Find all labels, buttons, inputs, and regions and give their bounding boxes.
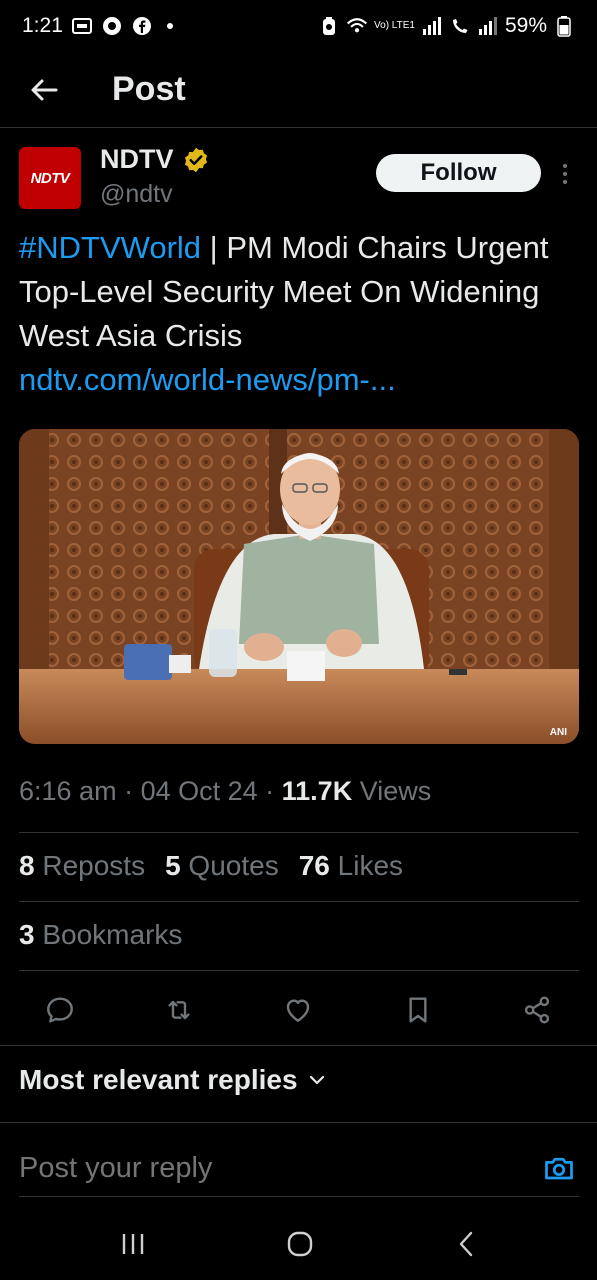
more-dot-icon — [563, 180, 567, 184]
bookmarks-label: Bookmarks — [34, 919, 183, 950]
wifi-calling-icon — [452, 19, 468, 33]
replies-sort-dropdown[interactable]: Most relevant replies — [19, 1064, 326, 1096]
more-dot-icon — [563, 164, 567, 168]
home-icon — [287, 1231, 313, 1257]
post-date: 04 Oct 24 — [140, 776, 258, 806]
quotes-count: 5 — [165, 850, 181, 881]
repost-icon — [168, 1000, 190, 1020]
reposts-count: 8 — [19, 850, 35, 881]
likes-stat[interactable]: 76 Likes — [299, 850, 403, 882]
signal-icon — [422, 17, 441, 35]
likes-count: 76 — [298, 850, 330, 881]
author-handle[interactable]: @ndtv — [100, 180, 173, 209]
camera-button[interactable] — [539, 1148, 579, 1188]
back-button[interactable] — [14, 60, 74, 120]
repost-button[interactable] — [157, 988, 201, 1032]
meta-separator: · — [257, 776, 282, 806]
facebook-icon — [132, 17, 151, 35]
verified-badge-icon[interactable] — [182, 146, 210, 174]
post-header: Post — [0, 52, 597, 128]
ndtv-logo: NDTV — [30, 169, 70, 187]
bookmarks-count: 3 — [19, 919, 35, 950]
status-time: 1:21 — [22, 14, 63, 37]
share-button[interactable] — [515, 988, 559, 1032]
post-author: NDTV NDTV @ndtv Follow — [19, 144, 579, 216]
chevron-down-icon — [309, 1075, 324, 1085]
recents-button[interactable] — [113, 1224, 153, 1264]
replies-sort-label: Most relevant replies — [19, 1064, 298, 1095]
status-bar: 1:21 Vo) LTE1 59% — [0, 0, 597, 52]
quotes-label: Quotes — [180, 850, 279, 881]
divider — [0, 1122, 597, 1123]
chevron-left-icon — [459, 1231, 473, 1257]
share-icon — [524, 996, 550, 1024]
signal-2-icon — [478, 17, 497, 35]
bookmark-icon — [409, 997, 427, 1023]
article-link[interactable]: ndtv.com/world-news/pm-... — [19, 358, 579, 402]
reposts-stat[interactable]: 8 Reposts — [19, 850, 145, 882]
network-label: Vo) LTE1 — [374, 20, 415, 31]
system-navigation-bar — [0, 1206, 597, 1280]
battery-saver-icon — [323, 17, 336, 35]
divider — [19, 901, 579, 902]
text-separator: | — [201, 230, 227, 265]
page-title: Post — [112, 70, 186, 108]
avatar[interactable]: NDTV — [19, 147, 81, 209]
post-image[interactable]: ANI — [19, 429, 579, 744]
battery-icon — [557, 16, 571, 37]
follow-button[interactable]: Follow — [376, 154, 541, 192]
reply-input[interactable] — [19, 1151, 499, 1185]
views-count[interactable]: 11.7K — [282, 776, 353, 806]
reply-icon — [47, 997, 73, 1023]
system-back-button[interactable] — [447, 1224, 487, 1264]
home-button[interactable] — [280, 1224, 320, 1264]
more-dot-icon — [563, 172, 567, 176]
post-time: 6:16 am — [19, 776, 117, 806]
divider — [0, 1045, 597, 1046]
quotes-stat[interactable]: 5 Quotes — [165, 850, 279, 882]
wifi-icon — [346, 18, 368, 33]
bookmarks-stat[interactable]: 3 Bookmarks — [19, 919, 182, 951]
divider — [19, 832, 579, 833]
post-meta: 6:16 am · 04 Oct 24 · 11.7K Views — [19, 776, 431, 807]
battery-percent: 59% — [504, 14, 547, 37]
engagement-stats: 8 Reposts 5 Quotes 76 Likes — [19, 850, 403, 882]
camera-icon — [545, 1157, 573, 1180]
more-options-button[interactable] — [553, 156, 577, 192]
post-text: #NDTVWorld | PM Modi Chairs Urgent Top-L… — [19, 226, 579, 402]
heart-icon — [286, 999, 310, 1022]
record-icon — [102, 17, 121, 35]
meta-separator: · — [116, 776, 141, 806]
reposts-label: Reposts — [34, 850, 146, 881]
photo-illustration — [19, 429, 579, 744]
views-label: Views — [352, 776, 432, 806]
likes-label: Likes — [329, 850, 404, 881]
author-name[interactable]: NDTV — [100, 144, 174, 175]
divider — [19, 1196, 579, 1197]
divider — [19, 970, 579, 971]
image-credit: ANI — [549, 727, 567, 738]
notification-dot — [166, 23, 173, 29]
reply-composer — [19, 1148, 579, 1188]
caption-icon — [71, 18, 92, 34]
reply-button[interactable] — [38, 988, 82, 1032]
arrow-left-icon — [31, 79, 58, 100]
hashtag-link[interactable]: #NDTVWorld — [19, 230, 201, 265]
recents-icon — [122, 1234, 144, 1254]
bookmark-button[interactable] — [396, 988, 440, 1032]
like-button[interactable] — [276, 988, 320, 1032]
action-bar — [0, 980, 597, 1038]
